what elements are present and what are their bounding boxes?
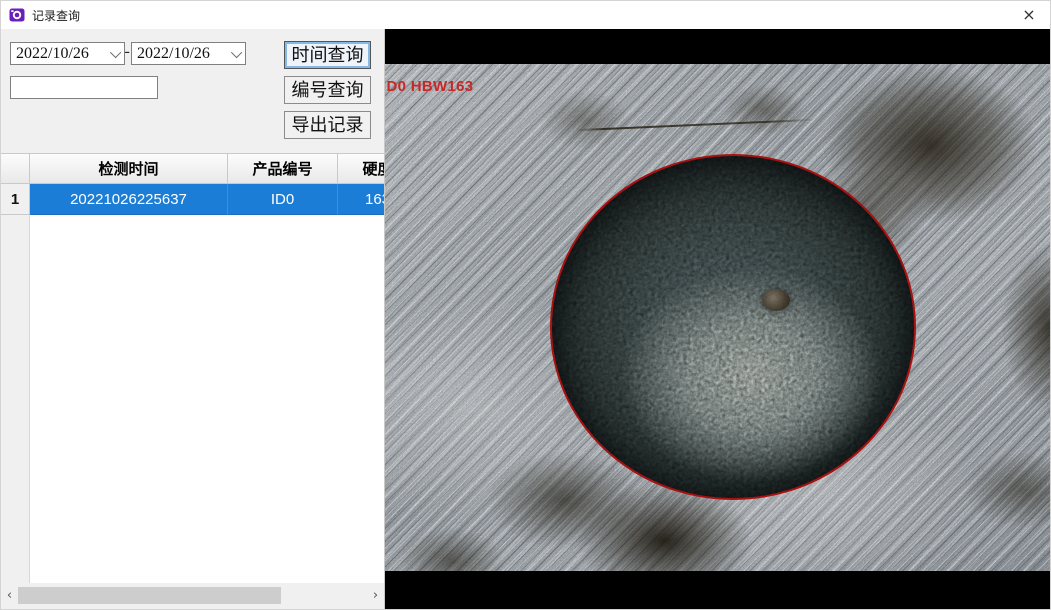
chevron-down-icon [110, 46, 121, 57]
titlebar: 记录查询 × [1, 1, 1050, 29]
scroll-left-arrow-icon[interactable]: ‹ [1, 587, 18, 604]
cell-product-id[interactable]: ID0 [228, 184, 338, 215]
records-table: 检测时间 产品编号 硬度 1 20221026225637 ID0 163 [1, 153, 385, 215]
scrollbar-track[interactable] [18, 587, 367, 604]
corner-header-cell [1, 153, 30, 184]
product-id-input[interactable] [10, 76, 158, 99]
grid-background [1, 153, 385, 583]
date-from-value: 2022/10/26 [16, 45, 89, 63]
horizontal-scrollbar[interactable]: ‹ › [1, 587, 384, 604]
scratch-line [575, 119, 815, 131]
date-to-picker[interactable]: 2022/10/26 [131, 42, 246, 65]
metal-surface-image [385, 64, 1050, 571]
col-header-product-id[interactable]: 产品编号 [228, 153, 338, 184]
date-to-value: 2022/10/26 [137, 45, 210, 63]
time-query-button[interactable]: 时间查询 [284, 41, 371, 69]
close-icon[interactable]: × [1016, 1, 1042, 29]
col-header-time[interactable]: 检测时间 [30, 153, 228, 184]
cell-detect-time[interactable]: 20221026225637 [30, 184, 228, 215]
date-range-separator: - [125, 43, 130, 61]
scroll-right-arrow-icon[interactable]: › [367, 587, 384, 604]
query-panel: 2022/10/26 - 2022/10/26 时间查询 编号查询 导出记录 检… [1, 29, 385, 609]
scrollbar-thumb[interactable] [18, 587, 281, 604]
id-query-button[interactable]: 编号查询 [284, 76, 371, 104]
window-content: 2022/10/26 - 2022/10/26 时间查询 编号查询 导出记录 检… [1, 29, 1050, 609]
date-from-picker[interactable]: 2022/10/26 [10, 42, 125, 65]
microscope-image-panel: ID0 HBW163 [385, 29, 1050, 609]
export-records-button[interactable]: 导出记录 [284, 111, 371, 139]
cell-hardness[interactable]: 163 [338, 184, 385, 215]
app-window: 记录查询 × 2022/10/26 - 2022/10/26 时间查询 编号查询… [0, 0, 1051, 610]
table-row[interactable]: 1 20221026225637 ID0 163 [1, 184, 385, 215]
indentation-speckle-texture [552, 156, 914, 498]
camera-app-icon [9, 7, 25, 23]
chevron-down-icon [231, 46, 242, 57]
indentation-circle-overlay [550, 154, 916, 500]
row-index-cell[interactable]: 1 [1, 184, 30, 215]
row-header-strip [1, 215, 30, 583]
col-header-hardness[interactable]: 硬度 [338, 153, 385, 184]
measurement-overlay-label: ID0 HBW163 [385, 78, 473, 95]
indentation-pit-detail [762, 289, 790, 311]
table-header-row: 检测时间 产品编号 硬度 [1, 153, 385, 184]
window-title: 记录查询 [32, 7, 80, 24]
